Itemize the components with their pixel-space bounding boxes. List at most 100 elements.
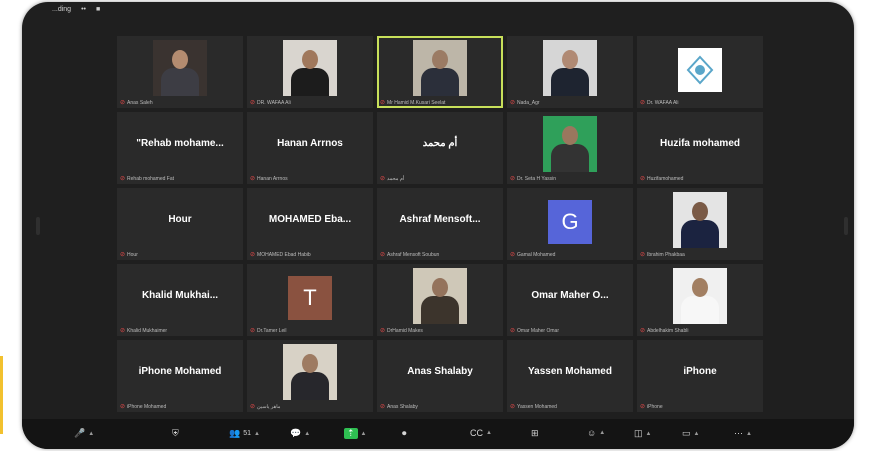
participant-display-name: "Rehab mohame...	[136, 138, 224, 149]
chevron-up-icon[interactable]: ▲	[599, 430, 605, 436]
participant-video-feed	[413, 40, 467, 96]
chevron-up-icon[interactable]: ▲	[304, 431, 310, 437]
profile-logo-image	[678, 48, 722, 92]
participant-tile-dr-wafaa-logo[interactable]: ⊘ Dr. WAFAA Ali	[637, 36, 763, 108]
next-page-handle[interactable]	[844, 217, 848, 235]
chat-button[interactable]: 💬 ▲	[290, 428, 310, 439]
person-head	[562, 126, 578, 145]
participant-name-text: iPhone	[647, 403, 663, 410]
participant-name-text: Mr Hamid M.Kusari Seelat	[387, 99, 446, 106]
person-body	[421, 296, 459, 324]
participant-tile-anas-saleh[interactable]: ⊘ Anas Saleh	[117, 36, 243, 108]
participant-name-text: Hour	[127, 251, 138, 258]
participant-tile-ibrahim[interactable]: ⊘ Ibrahim Phakbaa	[637, 188, 763, 260]
participant-tile-mohamed-eba[interactable]: MOHAMED Eba... ⊘ MOHAMED Ebad Habib	[247, 188, 373, 260]
person-head	[432, 50, 448, 69]
breakout-button[interactable]: ⊞	[531, 428, 539, 439]
participant-initial-avatar: G	[548, 200, 592, 244]
participant-name-label: ⊘ Dr. WAFAA Ali	[640, 99, 679, 107]
whiteboard-button[interactable]: ▭ ▲	[682, 428, 699, 439]
participant-name-label: ⊘ Anas Saleh	[120, 99, 153, 107]
participant-tile-g-ahmad[interactable]: G ⊘ Gamal Mohamed	[507, 188, 633, 260]
participant-video-feed	[283, 344, 337, 400]
participant-name-text: MOHAMED Ebad Habib	[257, 251, 311, 258]
mute-button[interactable]: 🎤 ▲	[74, 428, 94, 439]
person-head	[302, 50, 318, 69]
participants-icon: 👥	[229, 428, 241, 438]
participant-tile-anas-shalaby[interactable]: Anas Shalaby ⊘ Anas Shalaby	[377, 340, 503, 412]
participant-tile-hour[interactable]: Hour ⊘ Hour	[117, 188, 243, 260]
participant-display-name: Anas Shalaby	[407, 366, 473, 377]
meeting-toolbar: 🎤 ▲ ⛨ 👥 51 ▲ 💬 ▲ ⇡ ▲ ⏺ CC ▲ ⊞ ☺ ▲ ◫ ▲ ▭ ▲ ⋯ ▲	[22, 419, 854, 449]
participant-tile-iphone[interactable]: iPhone ⊘ iPhone	[637, 340, 763, 412]
participant-count: 51	[243, 430, 252, 437]
more-icon: ⋯	[734, 428, 743, 438]
mic-muted-icon: ⊘	[250, 100, 256, 106]
participant-name-text: Huzifamohamed	[647, 175, 684, 182]
person-head	[432, 278, 448, 297]
status-dots: ••	[81, 5, 86, 13]
person-body	[421, 68, 459, 96]
participant-tile-yassen[interactable]: Yassen Mohamed ⊘ Yassen Mohamed	[507, 340, 633, 412]
mic-muted-icon: ⊘	[250, 404, 256, 410]
mic-icon: 🎤	[74, 428, 86, 438]
mic-muted-icon: ⊘	[380, 328, 386, 334]
mic-muted-icon: ⊘	[120, 404, 126, 410]
participant-name-text: DR. WAFAA Ali	[257, 99, 291, 106]
mic-muted-icon: ⊘	[510, 252, 516, 258]
participant-tile-iphone-mohamed[interactable]: iPhone Mohamed ⊘ iPhone Mohamed	[117, 340, 243, 412]
mic-muted-icon: ⊘	[380, 100, 386, 106]
chevron-up-icon[interactable]: ▲	[361, 431, 367, 437]
reactions-button[interactable]: ☺ ▲	[587, 428, 605, 438]
participant-tile-dr-wafa[interactable]: ⊘ DR. WAFAA Ali	[247, 36, 373, 108]
participant-name-label: ⊘ Hanan Arrnos	[250, 175, 288, 183]
person-head	[692, 278, 708, 297]
participant-name-label: ⊘ Dr.Tamer Leil	[250, 327, 286, 335]
chevron-up-icon[interactable]: ▲	[254, 431, 260, 437]
chevron-up-icon[interactable]: ▲	[646, 431, 652, 437]
mic-muted-icon: ⊘	[250, 328, 256, 334]
participant-tile-om-mohammad[interactable]: أم محمد ⊘ أم محمد	[377, 112, 503, 184]
participant-tile-dr-hamid2[interactable]: ⊘ DrHamid Makes	[377, 264, 503, 336]
participant-tile-rehab[interactable]: "Rehab mohame... ⊘ Rehab mohamed Fat	[117, 112, 243, 184]
reactions-icon: ☺	[587, 428, 597, 438]
participant-tile-huzifa[interactable]: Huzifa mohamed ⊘ Huzifamohamed	[637, 112, 763, 184]
participant-tile-khalid[interactable]: Khalid Mukhai... ⊘ Khalid Mukhaimer	[117, 264, 243, 336]
captions-button[interactable]: CC ▲	[470, 428, 492, 438]
more-button[interactable]: ⋯ ▲	[734, 428, 752, 439]
participant-name-label: ⊘ Nada_Agr	[510, 99, 540, 107]
person-body	[291, 372, 329, 400]
chevron-up-icon[interactable]: ▲	[746, 431, 752, 437]
mic-muted-icon: ⊘	[380, 176, 386, 182]
participant-tile-t-tamer[interactable]: T ⊘ Dr.Tamer Leil	[247, 264, 373, 336]
participant-tile-omar[interactable]: Omar Maher O... ⊘ Omar Maher Omar	[507, 264, 633, 336]
chevron-up-icon[interactable]: ▲	[694, 431, 700, 437]
participant-name-label: ⊘ Ibrahim Phakbaa	[640, 251, 685, 259]
share-screen-icon: ⇡	[344, 428, 358, 439]
mic-muted-icon: ⊘	[120, 252, 126, 258]
participant-tile-ashraf[interactable]: Ashraf Mensoft... ⊘ Ashraf Mensoft Soubun	[377, 188, 503, 260]
mic-muted-icon: ⊘	[640, 404, 646, 410]
participant-tile-maher[interactable]: ⊘ ماهر ياسين	[247, 340, 373, 412]
record-icon: ⏺	[402, 428, 407, 438]
chevron-up-icon[interactable]: ▲	[88, 431, 94, 437]
participant-tile-dr-seta[interactable]: ⊘ Dr. Seta H Yassin	[507, 112, 633, 184]
record-button[interactable]: ⏺	[402, 428, 407, 439]
apps-button[interactable]: ◫ ▲	[634, 428, 651, 439]
participant-tile-nada[interactable]: ⊘ Nada_Agr	[507, 36, 633, 108]
participant-name-text: Omar Maher Omar	[517, 327, 559, 334]
participant-tile-hanan[interactable]: Hanan Arrnos ⊘ Hanan Arrnos	[247, 112, 373, 184]
participant-tile-dr-hamid[interactable]: ⊘ Mr Hamid M.Kusari Seelat	[377, 36, 503, 108]
participants-button[interactable]: 👥 51 ▲	[229, 428, 260, 439]
mic-muted-icon: ⊘	[510, 404, 516, 410]
breakout-icon: ⊞	[531, 428, 539, 438]
captions-icon: CC	[470, 428, 483, 438]
mic-muted-icon: ⊘	[250, 176, 256, 182]
share-button[interactable]: ⇡ ▲	[344, 428, 367, 439]
participant-name-label: ⊘ MOHAMED Ebad Habib	[250, 251, 311, 259]
participant-name-text: Dr. WAFAA Ali	[647, 99, 679, 106]
previous-page-handle[interactable]	[36, 217, 40, 235]
security-button[interactable]: ⛨	[172, 428, 179, 439]
participant-tile-abdelhakim[interactable]: ⊘ Abdelhakim Shabli	[637, 264, 763, 336]
chevron-up-icon[interactable]: ▲	[486, 430, 492, 436]
